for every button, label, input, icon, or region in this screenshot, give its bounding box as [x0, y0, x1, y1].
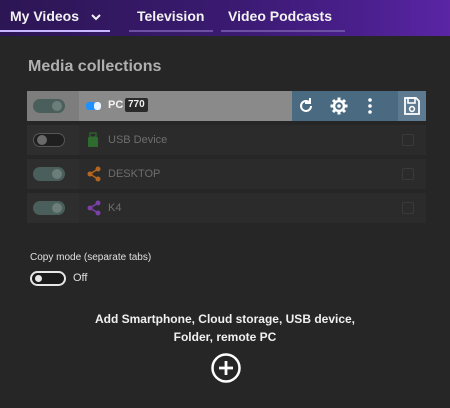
tab-underline	[129, 30, 213, 32]
copy-mode-toggle[interactable]	[30, 271, 66, 286]
collection-name-area[interactable]: K4	[79, 193, 426, 223]
tab-underline	[0, 30, 110, 32]
top-nav-bar: My Videos Television Video Podcasts	[0, 0, 450, 36]
windows-pc-icon	[86, 102, 101, 110]
collection-toggle[interactable]	[33, 99, 65, 113]
add-sources-line1: Add Smartphone, Cloud storage, USB devic…	[94, 312, 356, 326]
collection-name: DESKTOP	[108, 168, 161, 180]
collection-row-k4[interactable]: K4	[27, 193, 426, 223]
tab-label: My Videos	[10, 8, 79, 24]
add-sources-line2: Folder, remote PC	[173, 330, 277, 344]
row-checkbox[interactable]	[402, 134, 414, 146]
row-checkbox[interactable]	[402, 202, 414, 214]
row-actions	[292, 91, 398, 121]
collection-toggle[interactable]	[33, 167, 65, 181]
toggle-area	[27, 159, 77, 189]
chevron-down-icon	[91, 14, 101, 21]
collection-name: PC	[108, 99, 124, 111]
refresh-icon[interactable]	[296, 96, 316, 116]
share-network-icon	[87, 200, 101, 216]
row-checkbox[interactable]	[402, 168, 414, 180]
save-icon	[404, 97, 420, 115]
share-network-icon	[87, 166, 101, 182]
collection-name: K4	[108, 202, 122, 214]
collection-row-pc[interactable]: PC 770	[27, 91, 426, 121]
save-button[interactable]	[398, 91, 426, 121]
collection-toggle[interactable]	[33, 201, 65, 215]
collection-name-area[interactable]: USB Device	[79, 125, 426, 155]
tab-my-videos[interactable]: My Videos	[0, 0, 110, 36]
tab-video-podcasts[interactable]: Video Podcasts	[221, 0, 345, 36]
item-count-badge: 770	[125, 98, 148, 112]
tab-underline	[221, 30, 345, 32]
copy-mode-label: Copy mode (separate tabs)	[30, 252, 152, 263]
collection-toggle[interactable]	[33, 133, 65, 147]
collection-row-usb-device[interactable]: USB Device	[27, 125, 426, 155]
gear-icon[interactable]	[329, 96, 349, 116]
plus-circle-icon[interactable]	[210, 352, 242, 384]
copy-mode-state: Off	[73, 272, 88, 284]
toggle-area	[27, 125, 77, 155]
section-title: Media collections	[28, 58, 162, 75]
more-vertical-icon[interactable]	[360, 96, 380, 116]
collection-row-desktop[interactable]: DESKTOP	[27, 159, 426, 189]
collection-name: USB Device	[108, 134, 168, 146]
tab-label: Video Podcasts	[228, 8, 333, 24]
collection-name-area[interactable]: DESKTOP	[79, 159, 426, 189]
usb-drive-icon	[88, 132, 98, 147]
toggle-area	[27, 193, 77, 223]
tab-television[interactable]: Television	[129, 0, 213, 36]
tab-label: Television	[137, 8, 205, 24]
toggle-area	[27, 91, 77, 121]
